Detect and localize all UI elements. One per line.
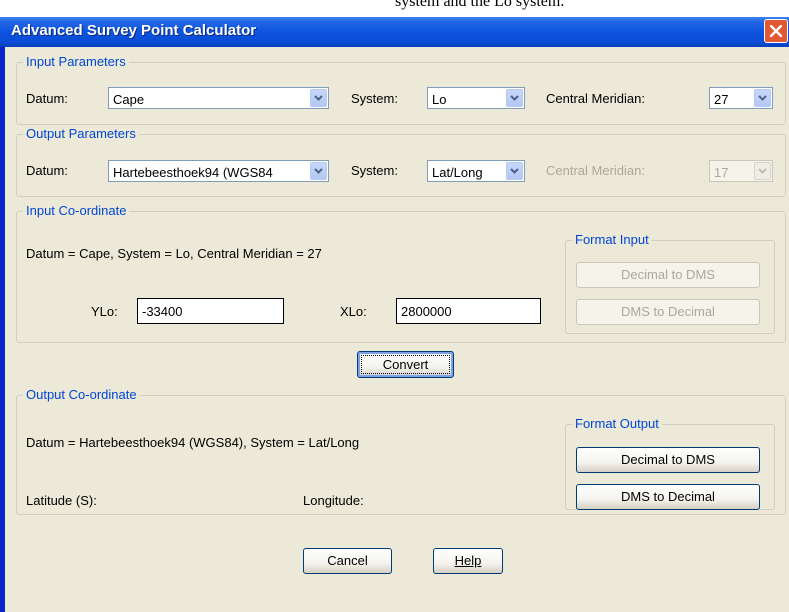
dialog-client-area: Input Parameters Datum: Cape System: Lo …: [5, 47, 789, 612]
ylo-input[interactable]: [137, 298, 284, 324]
input-system-select[interactable]: Lo: [427, 87, 525, 109]
input-datum-select[interactable]: Cape: [108, 87, 329, 109]
latitude-label: Latitude (S):: [26, 493, 97, 508]
output-datum-label: Datum:: [26, 163, 68, 178]
input-system-value: Lo: [432, 92, 447, 107]
input-central-meridian-select[interactable]: 27: [709, 87, 773, 109]
input-coordinate-legend: Input Co-ordinate: [23, 203, 130, 218]
input-system-label: System:: [351, 91, 398, 106]
output-central-meridian-dropdown-button: [754, 162, 771, 180]
output-system-dropdown-button[interactable]: [506, 162, 523, 180]
output-datum-select[interactable]: Hartebeesthoek94 (WGS84: [108, 160, 329, 182]
input-central-meridian-value: 27: [714, 92, 729, 107]
output-dms-to-decimal-button[interactable]: DMS to Decimal: [576, 484, 760, 510]
chevron-down-icon: [510, 168, 519, 174]
close-x-icon: [770, 25, 782, 37]
chevron-down-icon: [314, 95, 323, 101]
output-parameters-legend: Output Parameters: [23, 126, 139, 141]
input-datum-dropdown-button[interactable]: [310, 89, 327, 107]
cancel-button[interactable]: Cancel: [303, 548, 392, 574]
output-system-select[interactable]: Lat/Long: [427, 160, 525, 182]
help-button-label: Help: [454, 553, 482, 568]
input-central-meridian-label: Central Meridian:: [546, 91, 645, 106]
output-central-meridian-value: 17: [714, 165, 729, 180]
output-system-label: System:: [351, 163, 398, 178]
close-button[interactable]: [764, 19, 788, 43]
input-system-dropdown-button[interactable]: [506, 89, 523, 107]
background-document-text: system and the Lo system.: [395, 0, 565, 10]
format-output-legend: Format Output: [572, 416, 662, 431]
xlo-label: XLo:: [340, 304, 367, 319]
output-datum-dropdown-button[interactable]: [310, 162, 327, 180]
input-decimal-to-dms-button: Decimal to DMS: [576, 262, 760, 288]
xlo-input[interactable]: [396, 298, 541, 324]
input-datum-value: Cape: [113, 92, 145, 107]
output-central-meridian-label: Central Meridian:: [546, 163, 645, 178]
output-system-value: Lat/Long: [432, 165, 483, 180]
chevron-down-icon: [758, 95, 767, 101]
ylo-label: YLo:: [91, 304, 118, 319]
output-coordinate-summary: Datum = Hartebeesthoek94 (WGS84), System…: [26, 435, 360, 450]
dialog-window: Advanced Survey Point Calculator Input P…: [0, 17, 789, 612]
input-dms-to-decimal-button: DMS to Decimal: [576, 299, 760, 325]
chevron-down-icon: [758, 168, 767, 174]
format-input-legend: Format Input: [572, 232, 652, 247]
input-coordinate-summary: Datum = Cape, System = Lo, Central Merid…: [26, 246, 322, 261]
input-datum-label: Datum:: [26, 91, 68, 106]
output-datum-value: Hartebeesthoek94 (WGS84: [113, 165, 273, 180]
input-parameters-legend: Input Parameters: [23, 54, 129, 69]
chevron-down-icon: [510, 95, 519, 101]
window-title: Advanced Survey Point Calculator: [11, 22, 257, 39]
chevron-down-icon: [314, 168, 323, 174]
convert-button[interactable]: Convert: [357, 351, 454, 378]
output-decimal-to-dms-button[interactable]: Decimal to DMS: [576, 447, 760, 473]
output-coordinate-legend: Output Co-ordinate: [23, 387, 140, 402]
title-bar[interactable]: Advanced Survey Point Calculator: [0, 17, 789, 47]
input-central-meridian-dropdown-button[interactable]: [754, 89, 771, 107]
longitude-label: Longitude:: [303, 493, 364, 508]
output-central-meridian-select: 17: [709, 160, 773, 182]
help-button[interactable]: Help: [433, 548, 503, 574]
convert-button-label: Convert: [361, 355, 450, 374]
